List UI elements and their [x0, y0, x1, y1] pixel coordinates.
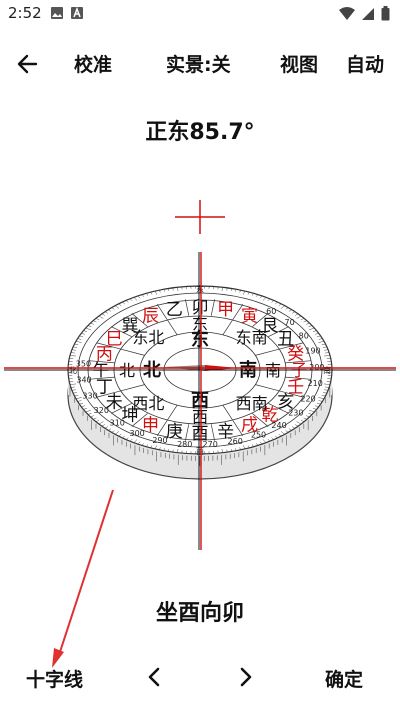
wifi-icon	[339, 6, 355, 20]
mountain-label: 甲	[217, 300, 234, 320]
top-toolbar: 校准 实景:关 视图 自动	[0, 44, 400, 84]
mountain-label: 亥	[277, 393, 294, 413]
view-button[interactable]: 视图	[280, 50, 318, 77]
confirm-button[interactable]: 确定	[325, 665, 363, 692]
degree-label: 210	[308, 379, 323, 388]
compass-dial[interactable]: 350340330320310300290 280 270 2602502402302…	[0, 190, 400, 560]
mountain-label: 庚	[166, 422, 183, 442]
ring-cardinal-label: 西	[196, 447, 204, 456]
degree-label: 70	[285, 318, 295, 327]
crosshair-button[interactable]: 十字线	[26, 665, 83, 692]
chevron-left-icon[interactable]	[143, 665, 167, 689]
mountain-label: 酉	[192, 424, 209, 444]
degree-label: 80	[299, 332, 309, 341]
mountain-label: 辰	[142, 306, 159, 326]
direction-label: 东北	[132, 328, 164, 347]
status-time: 2:52	[8, 4, 42, 22]
direction-heading: 正东85.7°	[145, 120, 255, 145]
mountain-label: 辛	[217, 422, 234, 442]
battery-icon	[381, 6, 390, 21]
live-view-toggle[interactable]: 实景:关	[166, 50, 231, 77]
result-text: 坐酉向卯	[155, 601, 244, 626]
text-notification-icon	[71, 6, 83, 19]
degree-label: 340	[76, 376, 91, 385]
mountain-label: 巳	[106, 330, 123, 350]
auto-button[interactable]: 自动	[346, 50, 384, 77]
calibrate-button[interactable]: 校准	[74, 50, 112, 77]
back-arrow-icon[interactable]	[14, 50, 42, 78]
degree-label: 350	[76, 360, 91, 369]
direction-label: 西南	[236, 394, 268, 413]
status-bar: 2:52	[0, 0, 400, 28]
inner-cardinal-label: 东	[191, 328, 209, 350]
direction-label: 东南	[236, 328, 268, 347]
mountain-label: 戌	[241, 416, 258, 436]
signal-icon	[362, 7, 374, 20]
chevron-right-icon[interactable]	[233, 665, 257, 689]
mountain-label: 申	[142, 416, 159, 436]
target-crosshair	[175, 200, 225, 234]
degree-label: 190	[305, 347, 320, 356]
direction-label: 西北	[132, 394, 164, 413]
ring-cardinal-label: 东	[196, 284, 204, 294]
bottom-toolbar: 十字线 确定	[0, 655, 400, 699]
inner-cardinal-label: 西	[191, 391, 209, 412]
gallery-icon	[51, 7, 63, 19]
mountain-label: 寅	[241, 306, 258, 326]
mountain-label: 乙	[166, 300, 183, 320]
degree-label: 60	[266, 307, 276, 316]
